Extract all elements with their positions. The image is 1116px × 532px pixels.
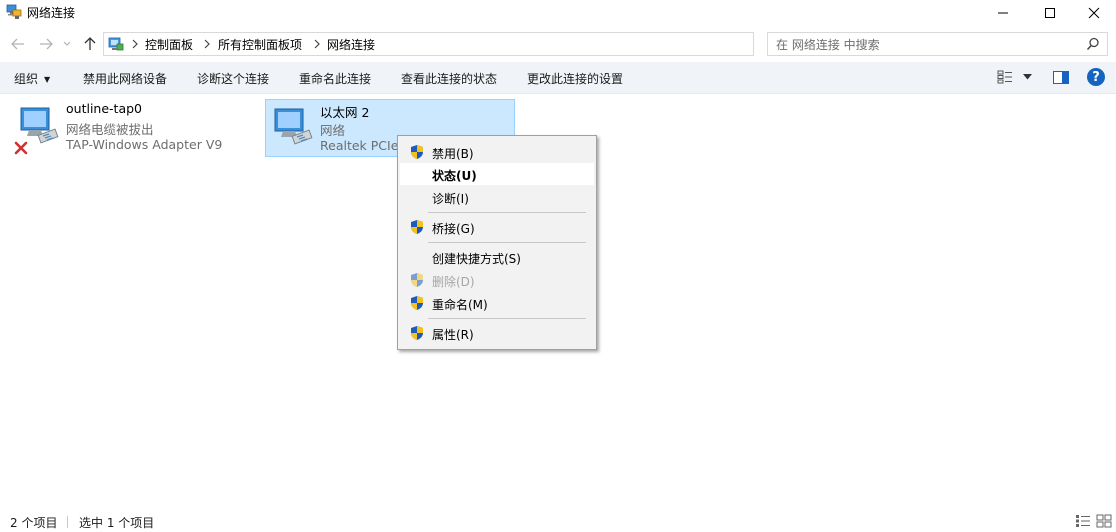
- details-view-icon[interactable]: [1075, 514, 1091, 528]
- preview-pane-icon: [1053, 70, 1069, 84]
- status-bar: 2 个项目 选中 1 个项目: [0, 510, 1116, 532]
- menu-item-delete[interactable]: 删除(D): [400, 269, 594, 291]
- chevron-down-icon: [63, 41, 71, 46]
- navigation-bar: 控制面板 所有控制面板项 网络连接: [0, 30, 1116, 58]
- connection-status: 网络: [320, 123, 346, 138]
- uac-shield-icon: [411, 273, 423, 287]
- close-button[interactable]: [1071, 0, 1116, 26]
- view-options-dropdown[interactable]: [1020, 68, 1034, 86]
- network-adapter-icon: [274, 108, 313, 145]
- breadcrumb-network-connections[interactable]: 网络连接: [327, 36, 375, 53]
- status-divider: [67, 516, 68, 528]
- menu-separator: [428, 318, 586, 319]
- help-button[interactable]: ?: [1087, 68, 1105, 86]
- maximize-icon: [1045, 8, 1055, 18]
- connection-device: Realtek PCIe: [320, 138, 399, 153]
- forward-arrow-icon: [40, 38, 53, 50]
- connection-name: 以太网 2: [320, 105, 370, 120]
- rename-connection-button[interactable]: 重命名此连接: [299, 70, 371, 87]
- minimize-icon: [998, 12, 1008, 14]
- connection-status: 网络电缆被拔出: [66, 122, 154, 137]
- dropdown-arrow-icon: ▼: [44, 75, 51, 84]
- back-arrow-icon: [11, 38, 24, 50]
- search-box[interactable]: [767, 32, 1108, 56]
- up-arrow-icon: [84, 37, 96, 50]
- menu-item-label: 诊断(I): [432, 192, 469, 206]
- large-icons-view-icon[interactable]: [1096, 514, 1112, 528]
- connection-device: TAP-Windows Adapter V9: [66, 137, 223, 152]
- menu-item-bridge[interactable]: 桥接(G): [400, 216, 594, 238]
- menu-item-properties[interactable]: 属性(R): [400, 322, 594, 344]
- menu-item-create-shortcut[interactable]: 创建快捷方式(S): [400, 246, 594, 268]
- organize-label: 组织: [14, 72, 39, 86]
- menu-separator: [428, 212, 586, 213]
- menu-separator: [428, 242, 586, 243]
- search-icon[interactable]: [1086, 37, 1100, 51]
- uac-shield-icon: [411, 326, 423, 340]
- menu-item-label: 状态(U): [432, 169, 477, 183]
- command-bar: 组织 ▼ 禁用此网络设备 诊断这个连接 重命名此连接 查看此连接的状态 更改此连接…: [0, 62, 1116, 94]
- menu-item-label: 桥接(G): [432, 222, 475, 236]
- connection-name: outline-tap0: [66, 101, 142, 116]
- view-status-button[interactable]: 查看此连接的状态: [401, 70, 497, 87]
- uac-shield-icon: [411, 220, 423, 234]
- diagnose-connection-button[interactable]: 诊断这个连接: [197, 70, 269, 87]
- breadcrumb-separator-icon: [204, 39, 210, 49]
- title-bar: 网络连接: [0, 0, 1116, 26]
- menu-item-label: 创建快捷方式(S): [432, 252, 521, 266]
- recent-locations-button[interactable]: [60, 34, 74, 54]
- menu-item-label: 禁用(B): [432, 147, 474, 161]
- menu-item-label: 属性(R): [432, 328, 474, 342]
- breadcrumb-separator-icon: [314, 39, 320, 49]
- context-menu: 禁用(B) 状态(U) 诊断(I) 桥接(G) 创建快捷方式(S) 删除(D) …: [397, 135, 597, 350]
- address-box[interactable]: 控制面板 所有控制面板项 网络连接: [103, 32, 852, 56]
- change-view-button[interactable]: [996, 68, 1014, 86]
- item-count: 2 个项目: [10, 516, 58, 530]
- menu-item-label: 重命名(M): [432, 298, 488, 312]
- back-button[interactable]: [8, 34, 28, 54]
- close-icon: [1088, 7, 1100, 19]
- disable-device-button[interactable]: 禁用此网络设备: [83, 70, 167, 87]
- chevron-down-icon: [1022, 74, 1032, 80]
- forward-button[interactable]: [36, 34, 56, 54]
- maximize-button[interactable]: [1027, 0, 1073, 26]
- network-connections-icon: [6, 4, 22, 19]
- preview-pane-button[interactable]: [1052, 68, 1070, 86]
- breadcrumb-all-control-panel-items[interactable]: 所有控制面板项: [218, 36, 302, 53]
- disconnected-x-icon: [14, 141, 28, 155]
- search-input[interactable]: [774, 35, 1078, 55]
- minimize-button[interactable]: [980, 0, 1026, 26]
- menu-item-diagnose[interactable]: 诊断(I): [400, 186, 594, 208]
- menu-item-rename[interactable]: 重命名(M): [400, 292, 594, 314]
- connection-item-outline-tap0[interactable]: outline-tap0 网络电缆被拔出 TAP-Windows Adapter…: [12, 99, 242, 155]
- window-title: 网络连接: [27, 6, 76, 20]
- selected-count: 选中 1 个项目: [79, 516, 155, 530]
- up-button[interactable]: [80, 34, 100, 54]
- menu-item-status[interactable]: 状态(U): [400, 163, 594, 185]
- breadcrumb-separator-icon: [132, 39, 138, 49]
- menu-item-disable[interactable]: 禁用(B): [400, 141, 594, 163]
- control-panel-icon: [108, 37, 124, 51]
- uac-shield-icon: [411, 145, 423, 159]
- view-details-icon: [997, 70, 1012, 84]
- uac-shield-icon: [411, 296, 423, 310]
- organize-button[interactable]: 组织 ▼: [14, 70, 50, 87]
- breadcrumb-control-panel[interactable]: 控制面板: [145, 36, 193, 53]
- change-settings-button[interactable]: 更改此连接的设置: [527, 70, 623, 87]
- menu-item-label: 删除(D): [432, 275, 475, 289]
